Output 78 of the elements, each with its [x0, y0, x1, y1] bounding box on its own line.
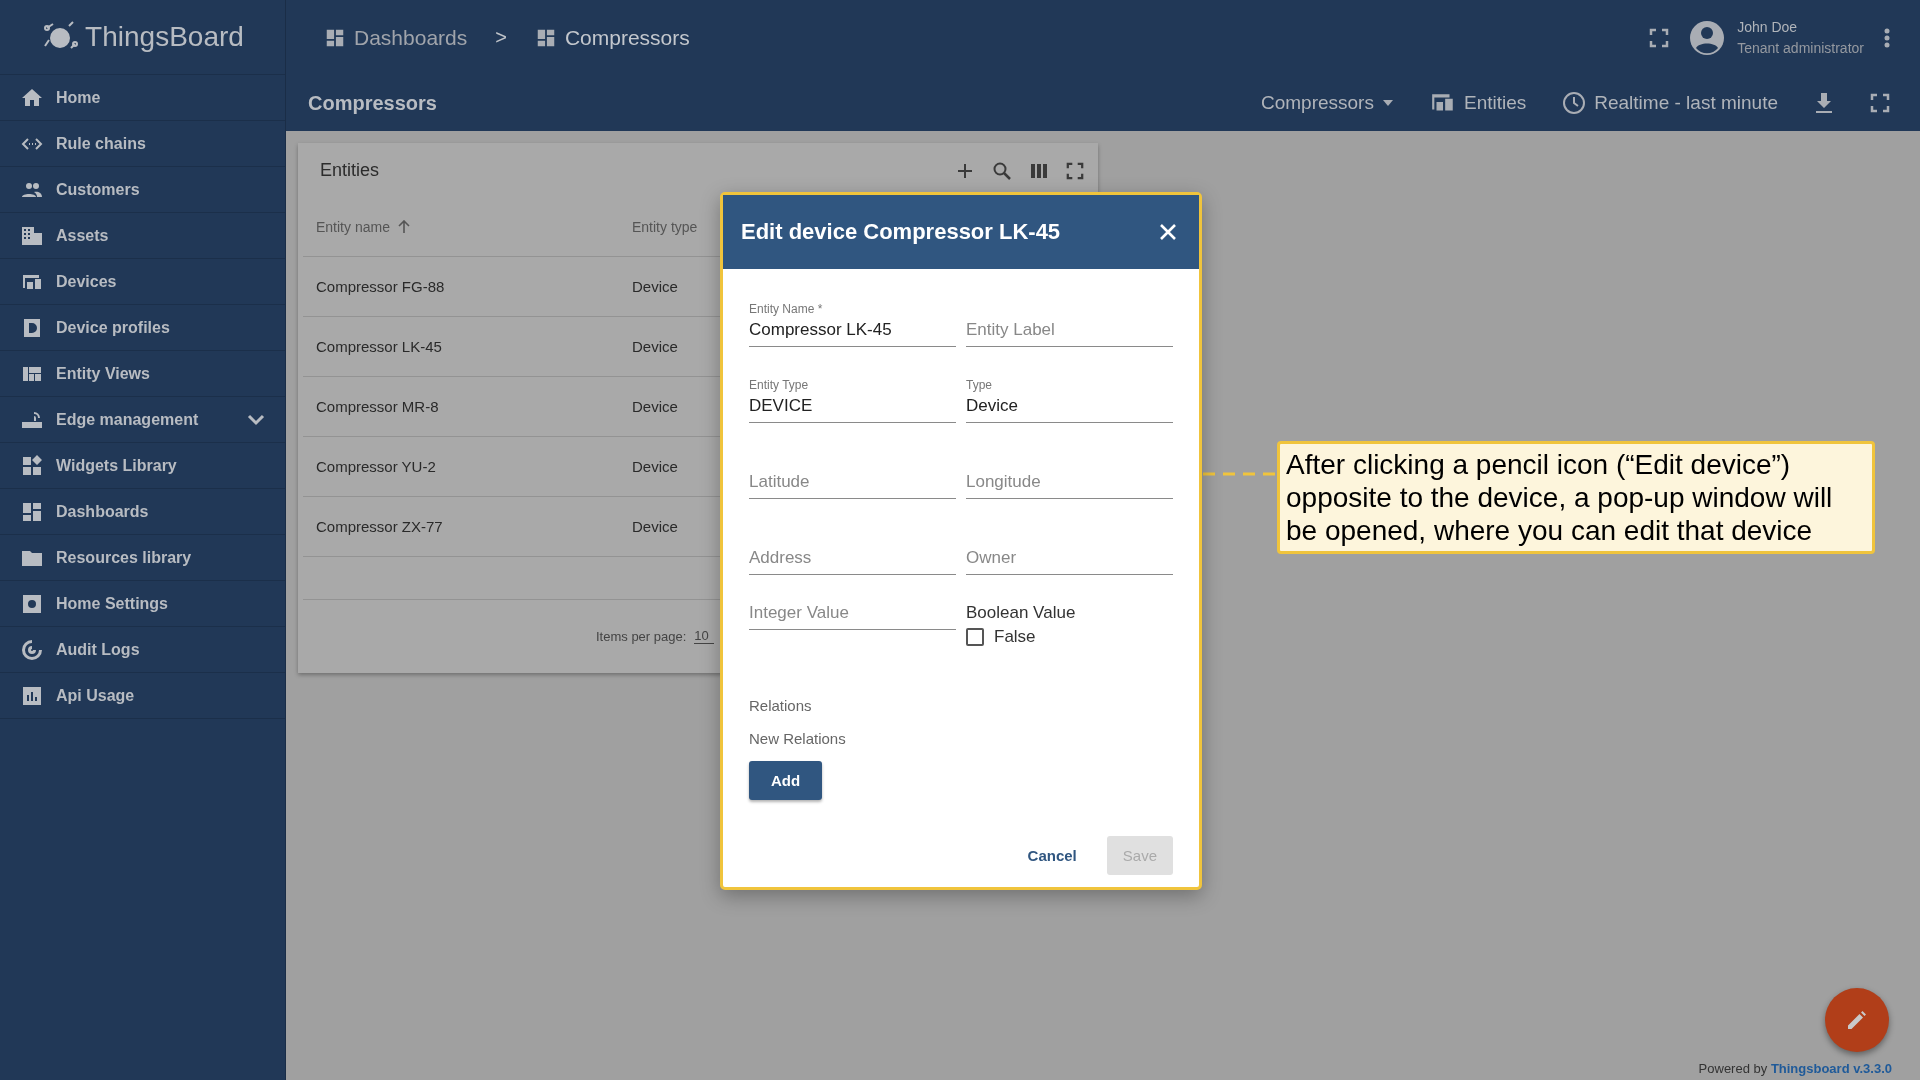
sidebar-item[interactable]: Edge management: [0, 397, 285, 443]
table-cell: Compressor MR-8: [316, 398, 439, 415]
dialog-title: Edit device Compressor LK-45: [741, 219, 1061, 245]
user-name: John Doe: [1737, 19, 1799, 35]
sidebar-item[interactable]: Home Settings: [0, 581, 285, 627]
close-icon[interactable]: [1159, 223, 1177, 241]
download-icon[interactable]: [1814, 92, 1834, 114]
input-field[interactable]: Entity Label: [966, 320, 1173, 347]
items-per-page-select[interactable]: 10: [694, 628, 715, 644]
fullscreen-icon[interactable]: [1870, 93, 1890, 113]
widgets-icon: [20, 453, 44, 478]
widget-title: Entities: [320, 160, 380, 181]
new-relations-label: New Relations: [749, 730, 847, 747]
state-select[interactable]: Compressors: [1260, 92, 1394, 114]
sort-arrow-icon: [397, 220, 410, 234]
add-button[interactable]: Add: [749, 761, 823, 800]
table-cell: Compressor ZX-77: [316, 518, 443, 535]
more-vertical-icon[interactable]: [1884, 27, 1890, 48]
table-cell: Device: [632, 458, 678, 475]
field-label: Type: [966, 378, 993, 392]
columns-icon[interactable]: [1030, 162, 1048, 179]
boolean-checkbox[interactable]: False: [966, 627, 1173, 647]
cancel-button[interactable]: Cancel: [1011, 836, 1093, 875]
timewindow-button[interactable]: Realtime - last minute: [1562, 91, 1778, 115]
sidebar-item[interactable]: Assets: [0, 213, 285, 259]
dropdown-caret-icon: [1381, 99, 1394, 107]
sidebar-item[interactable]: Device profiles: [0, 305, 285, 351]
input-field[interactable]: Longitude: [966, 472, 1173, 499]
input-field[interactable]: Latitude: [749, 472, 956, 499]
radar-icon: [20, 637, 44, 662]
entities-button[interactable]: Entities: [1429, 92, 1527, 114]
sidebar-item[interactable]: Audit Logs: [0, 627, 285, 673]
input-field[interactable]: Device: [966, 396, 1173, 423]
fullscreen-icon[interactable]: [1649, 27, 1670, 48]
clock-icon: [1562, 91, 1587, 115]
breadcrumb-link[interactable]: Dashboards: [354, 25, 468, 50]
column-header[interactable]: Entity name: [316, 219, 410, 235]
table-cell: Device: [632, 338, 678, 355]
sidebar-item[interactable]: Dashboards: [0, 489, 285, 535]
edit-fab-button[interactable]: [1825, 988, 1889, 1052]
callout-note: After clicking a pencil icon (“Edit device”) opposite to the device, a pop-up window will be opened, where you can edit that device: [1277, 441, 1875, 554]
table-cell: Device: [632, 278, 678, 295]
sidebar-item[interactable]: Widgets Library: [0, 443, 285, 489]
dashboard-title: Compressors: [308, 91, 437, 115]
column-header[interactable]: Entity type: [632, 219, 698, 235]
items-per-page-label: Items per page:: [596, 628, 687, 644]
table-cell: Compressor YU-2: [316, 458, 436, 475]
input-field[interactable]: Compressor LK-45: [749, 320, 956, 347]
relations-label: Relations: [749, 697, 813, 714]
field-label: Entity Name *: [749, 302, 824, 316]
input-field[interactable]: DEVICE: [749, 396, 956, 423]
avatar-icon[interactable]: [1689, 19, 1726, 56]
field-label: Entity Type: [749, 378, 810, 392]
sidebar-item[interactable]: Entity Views: [0, 351, 285, 397]
field-label: Boolean Value: [966, 603, 1077, 623]
input-field[interactable]: Address: [749, 548, 956, 575]
brand-name: ThingsBoard: [85, 21, 244, 53]
sidebar-item[interactable]: Devices: [0, 259, 285, 305]
devices-icon: [1429, 92, 1456, 114]
sidebar-item[interactable]: Home: [0, 75, 285, 121]
sidebar-item[interactable]: Customers: [0, 167, 285, 213]
table-cell: Device: [632, 398, 678, 415]
sidebar-item[interactable]: Api Usage: [0, 673, 285, 719]
pencil-icon: [1845, 1008, 1869, 1032]
table-cell: Compressor LK-45: [316, 338, 442, 355]
user-role: Tenant administrator: [1737, 40, 1864, 56]
search-icon[interactable]: [992, 160, 1012, 181]
table-cell: Device: [632, 518, 678, 535]
input-field[interactable]: Owner: [966, 548, 1173, 575]
footer-text: Powered by Thingsboard v.3.3.0: [1698, 1061, 1892, 1076]
breadcrumb-link[interactable]: Compressors: [564, 25, 690, 50]
sidebar-item[interactable]: Rule chains: [0, 121, 285, 167]
fullscreen-icon[interactable]: [1066, 161, 1084, 180]
input-field[interactable]: Integer Value: [749, 603, 956, 630]
table-cell: Compressor FG-88: [316, 278, 445, 295]
breadcrumb-separator: >: [495, 26, 507, 49]
sidebar-item[interactable]: Resources library: [0, 535, 285, 581]
add-icon[interactable]: [956, 161, 974, 180]
